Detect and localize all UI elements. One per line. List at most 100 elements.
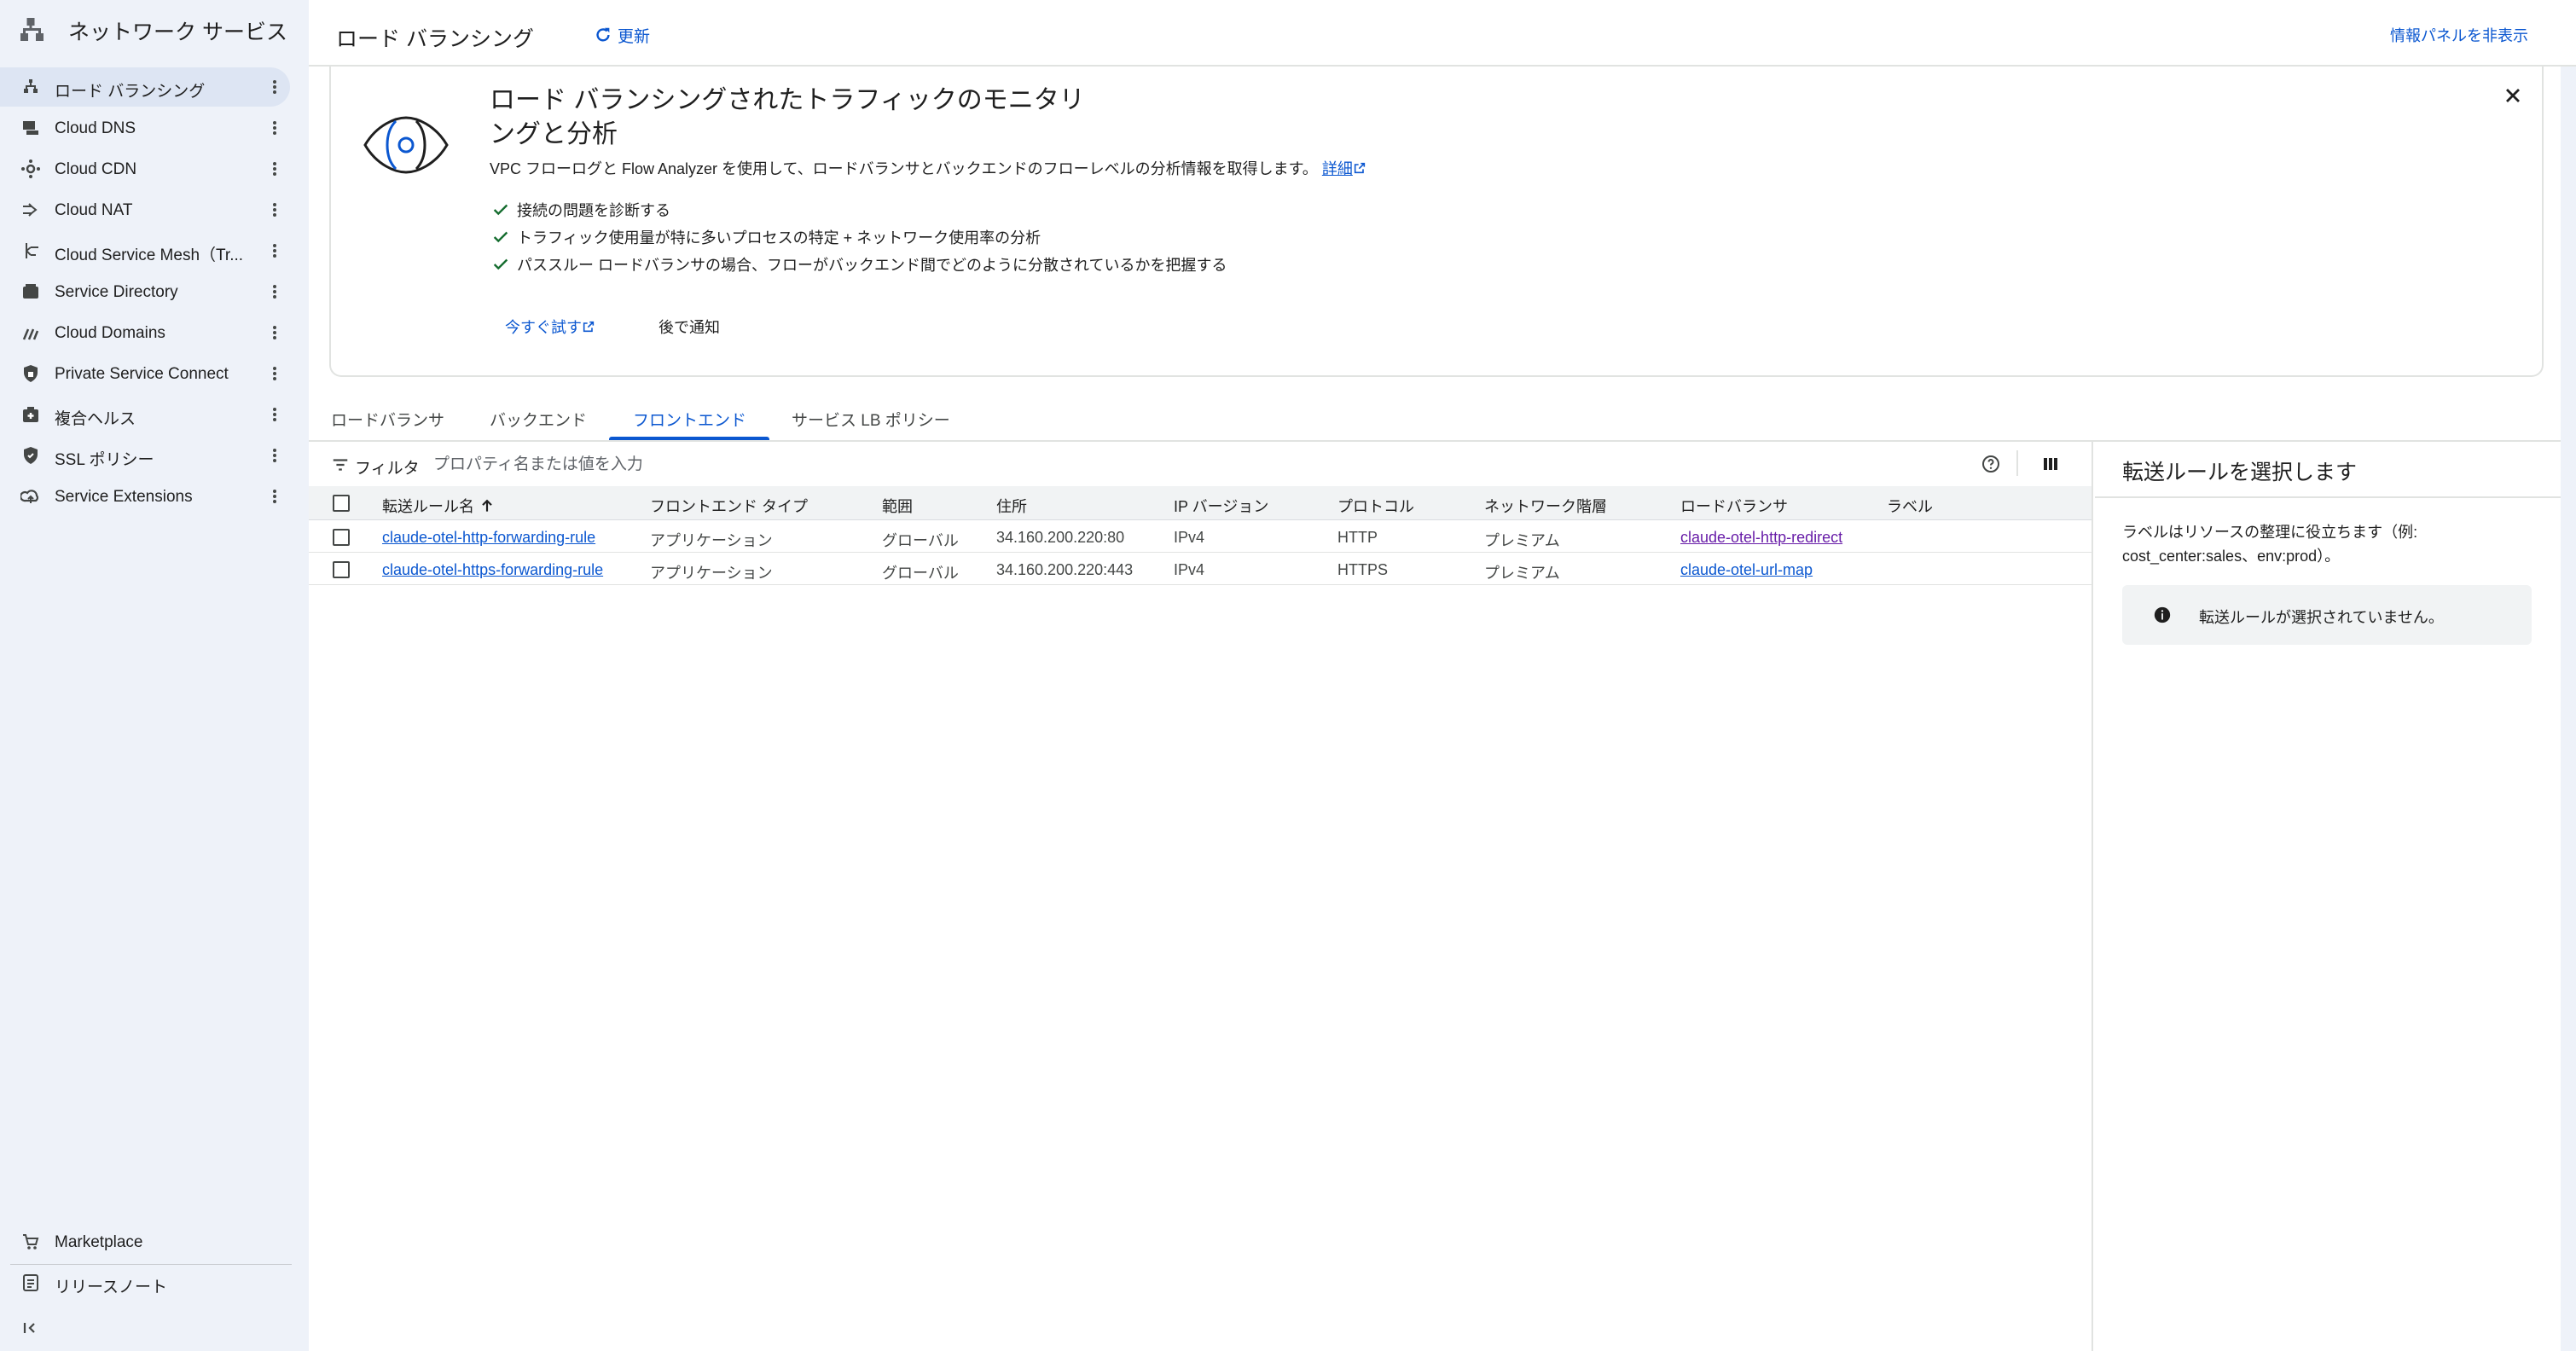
- refresh-icon: [594, 26, 612, 49]
- sidebar-item-ssl-policy[interactable]: SSL ポリシー: [0, 436, 290, 475]
- sidebar-item-label: Private Service Connect: [55, 365, 229, 383]
- check-text: 接続の問題を診断する: [517, 202, 670, 219]
- more-vert-icon[interactable]: [264, 281, 285, 303]
- column-header[interactable]: 範囲: [882, 495, 913, 517]
- tab-bar: ロードバランサ バックエンド フロントエンド サービス LB ポリシー: [309, 392, 2561, 442]
- ssl-policy-icon: [20, 445, 41, 466]
- sidebar-item-label: リリースノート: [55, 1279, 168, 1296]
- refresh-button[interactable]: 更新: [594, 24, 650, 49]
- column-header[interactable]: ネットワーク階層: [1484, 495, 1607, 517]
- sidebar-item-private-service-connect[interactable]: Private Service Connect: [0, 354, 290, 393]
- filter-icon[interactable]: [331, 455, 350, 478]
- load-balancer-link[interactable]: claude-otel-http-redirect: [1680, 529, 1842, 547]
- dns-icon: [20, 118, 41, 138]
- column-header[interactable]: ロードバランサ: [1680, 495, 1788, 517]
- column-header[interactable]: ラベル: [1887, 495, 1933, 517]
- sidebar-item-cloud-domains[interactable]: Cloud Domains: [0, 313, 290, 352]
- promo-description-text: VPC フローログと Flow Analyzer を使用して、ロードバランサとバ…: [490, 160, 1318, 177]
- main-content: ロード バランシングされたトラフィックのモニタリングと分析 VPC フローログと…: [309, 67, 2561, 1351]
- marketplace-icon: [20, 1232, 41, 1252]
- more-vert-icon[interactable]: [264, 322, 285, 344]
- release-notes-icon: [20, 1273, 41, 1293]
- close-icon[interactable]: [2503, 85, 2523, 110]
- sidebar-item-service-extensions[interactable]: Service Extensions: [0, 477, 290, 516]
- frontend-type-cell: アプリケーション: [650, 565, 773, 582]
- more-vert-icon[interactable]: [264, 403, 285, 426]
- column-header[interactable]: フロントエンド タイプ: [650, 495, 808, 517]
- promo-check-item: 接続の問題を診断する: [491, 199, 670, 223]
- promo-description: VPC フローログと Flow Analyzer を使用して、ロードバランサとバ…: [490, 157, 1366, 179]
- forwarding-rule-link[interactable]: claude-otel-https-forwarding-rule: [382, 561, 603, 579]
- sidebar-item-composite-health[interactable]: 複合ヘルス: [0, 395, 290, 434]
- try-now-button[interactable]: 今すぐ試す: [505, 316, 595, 338]
- sidebar-item-label: Service Extensions: [55, 488, 193, 506]
- sidebar-item-release-notes[interactable]: リリースノート: [0, 1263, 290, 1302]
- filter-label[interactable]: フィルタ: [355, 455, 420, 478]
- more-vert-icon[interactable]: [264, 444, 285, 467]
- sidebar-item-cloud-dns[interactable]: Cloud DNS: [0, 108, 290, 148]
- row-checkbox[interactable]: [333, 529, 350, 546]
- hide-info-panel-button[interactable]: 情報パネルを非表示: [2390, 24, 2528, 46]
- address-cell: 34.160.200.220:443: [996, 561, 1134, 578]
- column-header[interactable]: 転送ルール名: [382, 495, 496, 519]
- tab-load-balancers[interactable]: ロードバランサ: [331, 408, 444, 431]
- try-now-label: 今すぐ試す: [505, 319, 582, 336]
- info-panel-title: 転送ルールを選択します: [2122, 461, 2358, 484]
- details-link[interactable]: 詳細: [1322, 160, 1366, 177]
- promo-title: ロード バランシングされたトラフィックのモニタリングと分析: [490, 86, 1085, 148]
- sidebar-item-label: Marketplace: [55, 1233, 143, 1251]
- row-checkbox[interactable]: [333, 561, 350, 578]
- more-vert-icon[interactable]: [264, 158, 285, 180]
- more-vert-icon[interactable]: [264, 76, 285, 98]
- sidebar: ネットワーク サービス ロード バランシング Cloud DNS Cloud C…: [0, 0, 309, 1351]
- more-vert-icon[interactable]: [264, 362, 285, 385]
- sort-ascending-icon[interactable]: [479, 497, 496, 519]
- app-root: ネットワーク サービス ロード バランシング Cloud DNS Cloud C…: [0, 0, 2576, 1351]
- page-title: ロード バランシング: [336, 27, 534, 51]
- sidebar-item-cloud-service-mesh[interactable]: Cloud Service Mesh（Tr...: [0, 231, 290, 270]
- load-balancer-link[interactable]: claude-otel-url-map: [1680, 561, 1813, 579]
- column-header[interactable]: IP バージョン: [1174, 495, 1268, 517]
- sidebar-header: ネットワーク サービス: [0, 0, 309, 61]
- sidebar-item-label: Cloud DNS: [55, 119, 136, 137]
- remind-later-button[interactable]: 後で通知: [659, 316, 720, 338]
- help-icon[interactable]: [1981, 454, 2001, 478]
- sidebar-item-label: Cloud Domains: [55, 324, 165, 342]
- sidebar-item-service-directory[interactable]: Service Directory: [0, 272, 290, 311]
- column-display-icon[interactable]: [2040, 454, 2061, 478]
- load-balancing-icon: [20, 77, 41, 97]
- column-header[interactable]: プロトコル: [1337, 495, 1414, 517]
- scope-cell: グローバル: [882, 565, 959, 582]
- table-row: claude-otel-https-forwarding-rule アプリケーシ…: [309, 553, 2092, 585]
- sidebar-item-marketplace[interactable]: Marketplace: [0, 1222, 290, 1261]
- refresh-label: 更新: [618, 28, 651, 46]
- promo-card: ロード バランシングされたトラフィックのモニタリングと分析 VPC フローログと…: [329, 67, 2544, 377]
- address-cell: 34.160.200.220:80: [996, 529, 1125, 546]
- sidebar-item-load-balancing[interactable]: ロード バランシング: [0, 67, 290, 107]
- check-icon: [491, 255, 510, 278]
- scope-cell: グローバル: [882, 532, 959, 549]
- forwarding-rule-link[interactable]: claude-otel-http-forwarding-rule: [382, 529, 595, 547]
- select-all-checkbox[interactable]: [333, 495, 350, 512]
- filter-input[interactable]: [433, 452, 945, 478]
- sidebar-item-cloud-cdn[interactable]: Cloud CDN: [0, 149, 290, 188]
- more-vert-icon[interactable]: [264, 485, 285, 507]
- sidebar-item-cloud-nat[interactable]: Cloud NAT: [0, 190, 290, 229]
- external-link-icon: [582, 320, 595, 338]
- tab-backends[interactable]: バックエンド: [490, 408, 587, 431]
- network-tier-cell: プレミアム: [1484, 532, 1560, 549]
- protocol-cell: HTTPS: [1337, 561, 1389, 578]
- tab-frontends[interactable]: フロントエンド: [633, 408, 746, 431]
- private-service-connect-icon: [20, 363, 41, 384]
- domains-icon: [20, 322, 41, 343]
- more-vert-icon[interactable]: [264, 199, 285, 221]
- more-vert-icon[interactable]: [264, 240, 285, 262]
- table-header-row: 転送ルール名 フロントエンド タイプ 範囲 住所 IP バージョン プロトコル …: [309, 486, 2092, 520]
- tab-service-lb-policies[interactable]: サービス LB ポリシー: [792, 408, 950, 431]
- more-vert-icon[interactable]: [264, 117, 285, 139]
- sidebar-item-label: Cloud NAT: [55, 201, 133, 219]
- collapse-sidebar-icon[interactable]: [20, 1318, 41, 1342]
- column-header[interactable]: 住所: [996, 495, 1027, 517]
- check-text: パススルー ロードバランサの場合、フローがバックエンド間でどのように分散されてい…: [517, 257, 1227, 274]
- service-mesh-icon: [20, 241, 41, 261]
